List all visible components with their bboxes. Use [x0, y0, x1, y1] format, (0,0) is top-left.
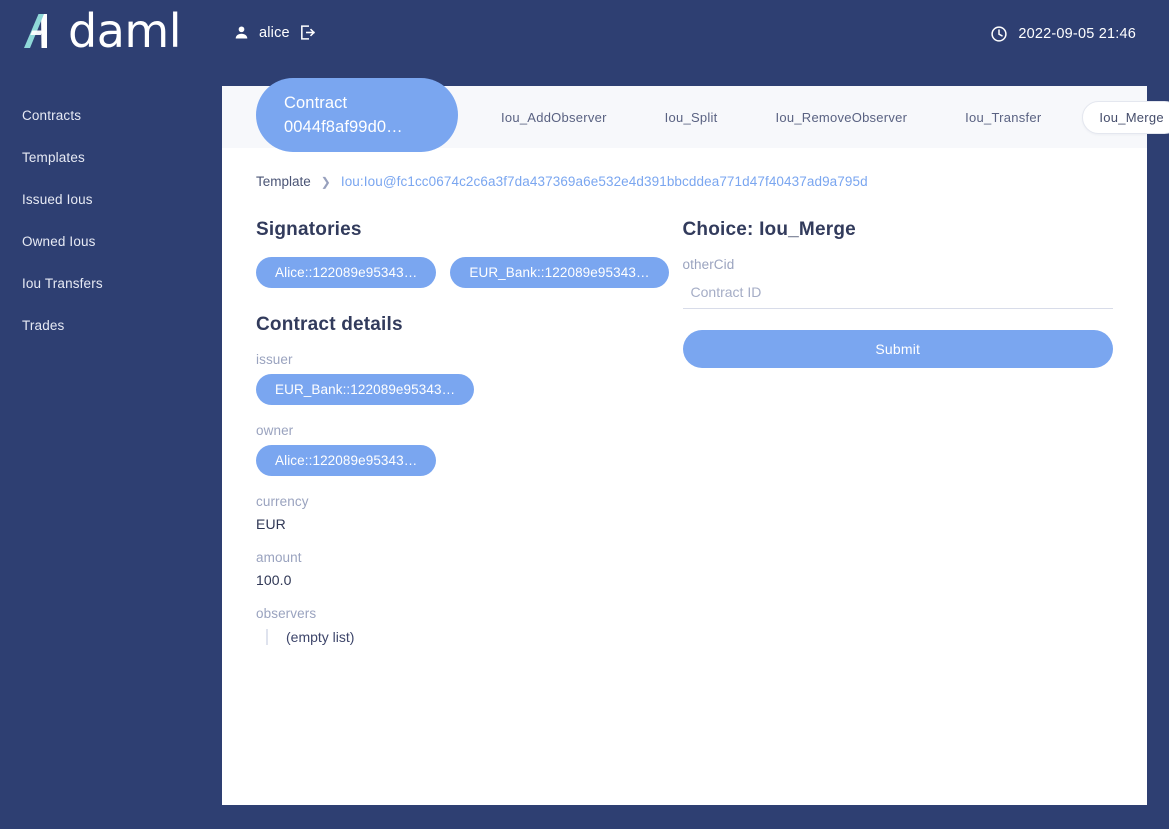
field-currency-value: EUR [256, 516, 286, 532]
current-datetime: 2022-09-05 21:46 [990, 25, 1136, 43]
choice-tab-list: Iou_AddObserver Iou_Split Iou_RemoveObse… [484, 86, 1169, 148]
othercid-input[interactable] [682, 280, 1113, 309]
field-observers-label: observers [256, 606, 317, 621]
signatories-list: Alice::122089e95343… EUR_Bank::122089e95… [256, 257, 675, 288]
field-owner: owner Alice::122089e95343… [256, 423, 675, 476]
tab-iou-split[interactable]: Iou_Split [648, 101, 735, 134]
clock-icon [990, 25, 1008, 43]
sidebar-item-trades[interactable]: Trades [0, 305, 222, 347]
field-issuer-label: issuer [256, 352, 293, 367]
party-chip-eur-bank[interactable]: EUR_Bank::122089e95343… [450, 257, 669, 288]
field-amount: amount 100.0 [256, 550, 675, 588]
chevron-right-icon: ❯ [320, 174, 331, 189]
user-name: alice [259, 24, 290, 41]
sidebar-nav: Contracts Templates Issued Ious Owned Io… [0, 95, 222, 347]
sidebar-item-templates[interactable]: Templates [0, 137, 222, 179]
sign-out-icon[interactable] [299, 24, 316, 41]
submit-button[interactable]: Submit [682, 330, 1113, 368]
tab-iou-transfer[interactable]: Iou_Transfer [948, 101, 1058, 134]
user-session: alice [233, 24, 316, 41]
field-amount-label: amount [256, 550, 302, 565]
field-currency-label: currency [256, 494, 309, 509]
brand-name: daml [68, 4, 181, 58]
main-panel: Contract 0044f8af99d0… Iou_AddObserver I… [222, 78, 1169, 805]
sidebar-item-contracts[interactable]: Contracts [0, 95, 222, 137]
datetime-text: 2022-09-05 21:46 [1018, 26, 1136, 42]
field-issuer-value[interactable]: EUR_Bank::122089e95343… [256, 374, 475, 405]
person-icon [233, 24, 250, 41]
contract-pill-id: 0044f8af99d0… [284, 118, 403, 136]
tab-iou-merge[interactable]: Iou_Merge [1082, 100, 1169, 134]
daml-lambda-icon [20, 8, 66, 54]
app-header: daml alice 2022-09-05 21:46 [0, 0, 1169, 71]
tab-iou-addobserver[interactable]: Iou_AddObserver [484, 101, 624, 134]
field-observers: observers (empty list) [256, 606, 675, 645]
breadcrumb-template-id[interactable]: Iou:Iou@fc1cc0674c2c6a3f7da437369a6e532e… [341, 174, 868, 189]
signatories-heading: Signatories [256, 219, 362, 240]
sidebar-item-owned-ious[interactable]: Owned Ious [0, 221, 222, 263]
sidebar-item-issued-ious[interactable]: Issued Ious [0, 179, 222, 221]
choice-tabbar: Contract 0044f8af99d0… Iou_AddObserver I… [222, 78, 1169, 152]
contract-pill[interactable]: Contract 0044f8af99d0… [256, 78, 458, 152]
contract-column: Signatories Alice::122089e95343… EUR_Ban… [256, 219, 675, 663]
breadcrumb-root: Template [256, 174, 311, 189]
brand-logo[interactable]: daml [20, 8, 181, 54]
contract-pill-title: Contract [284, 94, 348, 112]
field-issuer: issuer EUR_Bank::122089e95343… [256, 352, 675, 405]
othercid-label: otherCid [682, 257, 735, 272]
field-owner-value[interactable]: Alice::122089e95343… [256, 445, 437, 476]
breadcrumb: Template ❯ Iou:Iou@fc1cc0674c2c6a3f7da43… [256, 174, 1113, 189]
tab-iou-removeobserver[interactable]: Iou_RemoveObserver [759, 101, 925, 134]
party-chip-alice[interactable]: Alice::122089e95343… [256, 257, 437, 288]
choice-column: Choice: Iou_Merge otherCid Submit [682, 219, 1113, 663]
field-observers-value: (empty list) [286, 629, 355, 645]
choice-heading: Choice: Iou_Merge [682, 219, 856, 240]
field-currency: currency EUR [256, 494, 675, 532]
field-amount-value: 100.0 [256, 572, 292, 588]
two-column-layout: Signatories Alice::122089e95343… EUR_Ban… [256, 219, 1113, 663]
panel-content: Template ❯ Iou:Iou@fc1cc0674c2c6a3f7da43… [222, 148, 1147, 663]
field-owner-label: owner [256, 423, 294, 438]
contract-details-heading: Contract details [256, 314, 403, 335]
sidebar-item-iou-transfers[interactable]: Iou Transfers [0, 263, 222, 305]
field-observers-nested: (empty list) [266, 629, 675, 645]
